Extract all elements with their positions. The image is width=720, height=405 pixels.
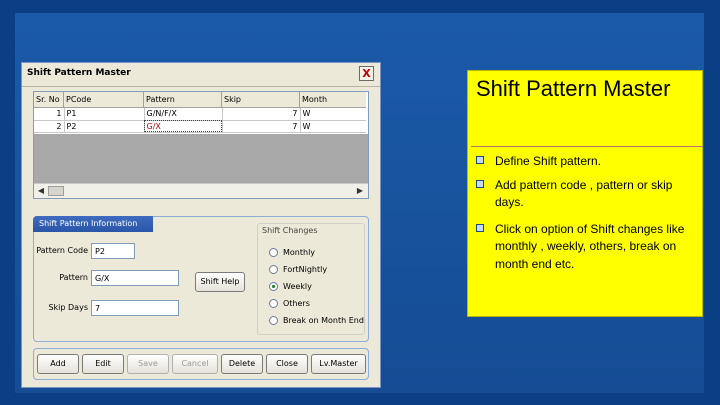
note-title: Shift Pattern Master <box>476 76 671 101</box>
table-row[interactable]: 1 P1 G/N/F/X 7 W <box>34 108 366 121</box>
bullet-text: Add pattern code , pattern or skip days. <box>495 178 673 210</box>
grid-header: Sr. No PCode Pattern Skip Month <box>34 92 366 108</box>
skip-days-label: Skip Days <box>48 303 88 312</box>
add-button[interactable]: Add <box>37 354 79 374</box>
radio-label: Monthly <box>283 248 316 257</box>
bullet-text: Define Shift pattern. <box>495 154 602 168</box>
grid-empty-area <box>34 134 368 183</box>
radio-button-icon <box>269 316 278 325</box>
close-icon[interactable]: X <box>359 66 374 81</box>
grid-body: 1 P1 G/N/F/X 7 W 2 P2 G/X 7 W <box>34 108 366 133</box>
radio-button-icon <box>269 248 278 257</box>
checkbox-bullet-icon <box>476 224 484 232</box>
table-row[interactable]: 2 P2 G/X 7 W <box>34 120 366 133</box>
column-header-pcode[interactable]: PCode <box>64 92 144 107</box>
cell-skip: 7 <box>222 108 301 121</box>
cell-pcode: P1 <box>64 108 145 121</box>
shift-pattern-master-window: Shift Pattern Master X Sr. No PCode Patt… <box>21 62 381 388</box>
cell-month: W <box>300 108 366 121</box>
radio-weekly[interactable]: Weekly <box>269 282 312 291</box>
column-header-skip[interactable]: Skip <box>222 92 300 107</box>
scroll-right-icon[interactable]: ▶ <box>354 185 366 197</box>
shift-changes-title: Shift Changes <box>262 226 318 235</box>
window-title: Shift Pattern Master <box>27 68 131 78</box>
radio-button-selected-icon <box>269 282 278 291</box>
note-divider <box>471 146 703 147</box>
radio-label: Weekly <box>283 282 312 291</box>
radio-label: Others <box>283 299 310 308</box>
pattern-code-label: Pattern Code <box>36 246 88 255</box>
save-button[interactable]: Save <box>127 354 169 374</box>
shift-pattern-information-tab: Shift Pattern Information <box>33 216 153 232</box>
skip-days-input[interactable]: 7 <box>91 300 179 316</box>
radio-monthly[interactable]: Monthly <box>269 248 315 257</box>
cell-sr: 2 <box>34 120 65 133</box>
radio-others[interactable]: Others <box>269 299 310 308</box>
pattern-code-input[interactable]: P2 <box>91 243 135 259</box>
cell-sr: 1 <box>34 108 65 121</box>
scroll-left-icon[interactable]: ◀ <box>35 185 47 197</box>
cell-month: W <box>300 120 366 133</box>
cancel-button[interactable]: Cancel <box>172 354 218 374</box>
radio-fortnightly[interactable]: FortNightly <box>269 265 327 274</box>
column-header-month[interactable]: Month <box>300 92 366 107</box>
delete-button[interactable]: Delete <box>221 354 263 374</box>
radio-label: Break on Month End <box>283 316 364 325</box>
column-header-pattern[interactable]: Pattern <box>144 92 222 107</box>
column-header-sr-no[interactable]: Sr. No <box>34 92 64 107</box>
scroll-thumb[interactable] <box>48 186 64 196</box>
cell-pattern-selected[interactable]: G/X <box>144 120 223 133</box>
pattern-grid: Sr. No PCode Pattern Skip Month 1 P1 G/N… <box>33 91 369 199</box>
lv-master-button[interactable]: Lv.Master <box>311 354 366 374</box>
radio-button-icon <box>269 299 278 308</box>
bullet-text: Click on option of Shift changes like mo… <box>495 222 685 271</box>
cell-skip: 7 <box>222 120 301 133</box>
radio-button-icon <box>269 265 278 274</box>
checkbox-bullet-icon <box>476 180 484 188</box>
note-bullet: Add pattern code , pattern or skip days. <box>476 177 690 212</box>
edit-button[interactable]: Edit <box>82 354 124 374</box>
horizontal-scrollbar[interactable]: ◀ ▶ <box>34 183 368 198</box>
cell-pcode: P2 <box>64 120 145 133</box>
pattern-label: Pattern <box>59 273 88 282</box>
note-bullet: Define Shift pattern. <box>476 153 690 170</box>
description-note: Shift Pattern Master Define Shift patter… <box>467 70 703 317</box>
radio-break-on-month-end[interactable]: Break on Month End <box>269 316 364 325</box>
radio-label: FortNightly <box>283 265 328 274</box>
close-button[interactable]: Close <box>266 354 308 374</box>
cell-pattern: G/N/F/X <box>144 108 223 121</box>
shift-help-button[interactable]: Shift Help <box>195 272 245 292</box>
pattern-input[interactable]: G/X <box>91 270 179 286</box>
title-bar: Shift Pattern Master X <box>22 63 380 87</box>
note-bullet: Click on option of Shift changes like mo… <box>476 221 690 273</box>
checkbox-bullet-icon <box>476 156 484 164</box>
